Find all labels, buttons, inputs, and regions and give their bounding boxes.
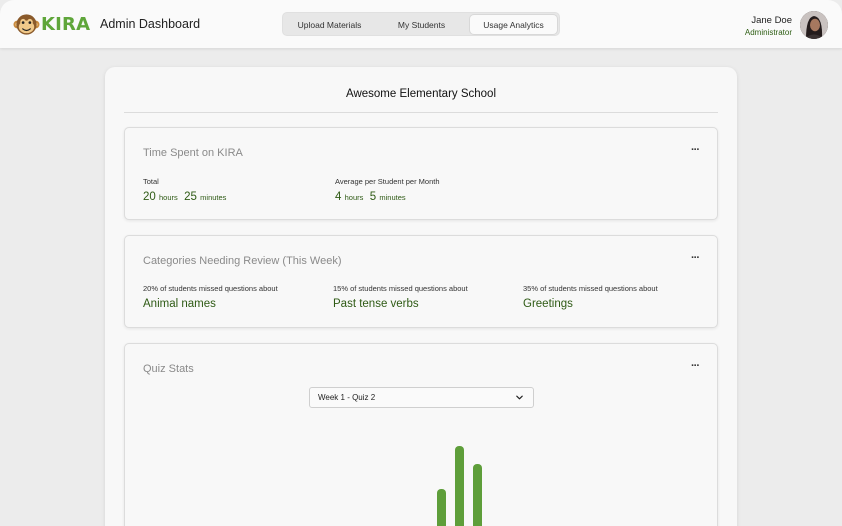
top-header: KIRA Admin Dashboard Upload Materials My… (0, 0, 842, 48)
quiz-select[interactable]: Week 1 - Quiz 2 (309, 387, 534, 408)
total-value: 20 hours 25 minutes (143, 191, 226, 203)
school-name: Awesome Elementary School (346, 88, 496, 100)
chart-bar (455, 446, 464, 526)
avatar[interactable] (800, 11, 828, 39)
minutes-unit: minutes (379, 193, 406, 202)
quiz-select-value: Week 1 - Quiz 2 (318, 393, 376, 402)
category-label: 15% of students missed questions about (333, 284, 468, 293)
hours-unit: hours (344, 193, 364, 202)
tab-upload-materials[interactable]: Upload Materials (286, 15, 373, 34)
total-label: Total (143, 177, 159, 186)
average-hours: 4 (335, 191, 342, 203)
user-role: Administrator (744, 28, 792, 37)
review-card-title: Categories Needing Review (This Week) (143, 255, 342, 267)
tab-usage-analytics[interactable]: Usage Analytics (470, 15, 557, 34)
total-minutes: 25 (184, 191, 197, 203)
category-value: Greetings (523, 298, 573, 310)
category-value: Past tense verbs (333, 298, 419, 310)
category-label: 20% of students missed questions about (143, 284, 278, 293)
average-value: 4 hours 5 minutes (335, 191, 406, 203)
user-name: Jane Doe (751, 15, 792, 26)
minutes-unit: minutes (200, 193, 227, 202)
app-window: KIRA Admin Dashboard Upload Materials My… (0, 0, 842, 526)
nav-tabs: Upload Materials My Students Usage Analy… (282, 12, 560, 36)
logo-text: KIRA (41, 13, 91, 35)
quiz-card-more-icon[interactable]: ··· (691, 360, 700, 372)
user-info[interactable]: Jane Doe Administrator (745, 15, 792, 37)
divider (124, 112, 718, 113)
dashboard-title: Admin Dashboard (100, 17, 201, 31)
chevron-down-icon (516, 395, 523, 400)
quiz-stats-card: Quiz Stats ··· Week 1 - Quiz 2 (124, 343, 718, 526)
chart-bar (473, 464, 482, 526)
quiz-card-title: Quiz Stats (143, 363, 194, 375)
time-card-title: Time Spent on KIRA (143, 147, 243, 159)
tab-my-students[interactable]: My Students (378, 15, 465, 34)
average-label: Average per Student per Month (335, 177, 440, 186)
category-value: Animal names (143, 298, 216, 310)
time-spent-card: Time Spent on KIRA ··· Total 20 hours 25… (124, 127, 718, 220)
monkey-logo-icon (13, 13, 40, 35)
review-card-more-icon[interactable]: ··· (691, 252, 700, 264)
kira-logo[interactable]: KIRA (13, 10, 91, 38)
time-card-more-icon[interactable]: ··· (691, 144, 700, 156)
chart-bar (437, 489, 446, 526)
main-panel: Awesome Elementary School Time Spent on … (105, 67, 737, 526)
category-label: 35% of students missed questions about (523, 284, 658, 293)
average-minutes: 5 (369, 191, 377, 203)
total-hours: 20 (143, 191, 156, 203)
categories-review-card: Categories Needing Review (This Week) ··… (124, 235, 718, 328)
user-photo-icon (800, 11, 828, 39)
hours-unit: hours (159, 193, 178, 202)
